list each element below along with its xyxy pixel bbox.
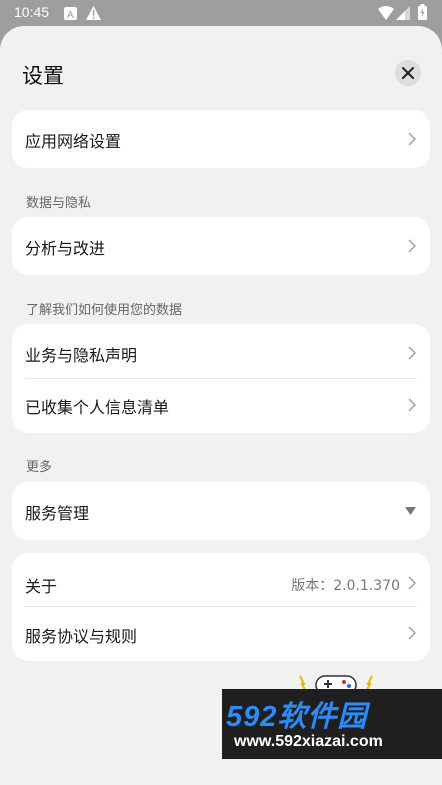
chevron-right-icon [408,239,416,253]
info-list-label: 已收集个人信息清单 [25,398,170,417]
chevron-right-icon [408,132,416,146]
service-agreement-label: 服务协议与规则 [25,627,138,646]
about-card: 关于 版本：2.0.1.370 服务协议与规则 [12,553,430,661]
analytics-row[interactable]: 分析与改进 [12,217,430,275]
section-learn-header: 了解我们如何使用您的数据 [26,303,183,318]
privacy-statement-label: 业务与隐私声明 [25,346,138,365]
chevron-right-icon [408,346,416,360]
watermark-url: www.592xiazai.com [234,733,383,750]
chevron-right-icon [408,576,416,590]
watermark-brand: 592软件园 [226,701,368,733]
service-agreement-row[interactable]: 服务协议与规则 [12,607,430,661]
caret-down-icon [405,507,416,515]
status-time: 10:45 [14,4,50,20]
network-settings-label: 应用网络设置 [25,132,122,151]
watermark-banner: 592软件园 www.592xiazai.com [222,689,442,759]
section-privacy-header: 数据与隐私 [26,196,92,211]
learn-card: 业务与隐私声明 已收集个人信息清单 [12,324,430,433]
battery-icon [418,4,427,24]
page-title: 设置 [22,64,64,88]
warning-icon [86,5,101,24]
about-row[interactable]: 关于 版本：2.0.1.370 [12,553,430,606]
privacy-statement-row[interactable]: 业务与隐私声明 [12,324,430,378]
service-management-label: 服务管理 [25,504,90,523]
network-settings-row[interactable]: 应用网络设置 [12,110,430,168]
service-management-row[interactable]: 服务管理 [12,482,430,540]
svg-text:A: A [67,10,74,20]
version-value: 版本：2.0.1.370 [291,578,400,594]
app-notification-icon: A [64,5,77,24]
wifi-icon [378,5,394,24]
status-bar: 10:45 A [0,0,442,26]
section-more-header: 更多 [26,460,53,475]
more-card: 服务管理 [12,482,430,540]
chevron-right-icon [408,398,416,412]
signal-icon [396,5,410,24]
privacy-card: 分析与改进 [12,217,430,275]
about-label: 关于 [25,577,58,596]
close-button[interactable] [395,60,421,86]
chevron-right-icon [408,626,416,640]
info-list-row[interactable]: 已收集个人信息清单 [12,379,430,433]
close-icon [402,67,414,79]
analytics-label: 分析与改进 [25,239,106,258]
network-settings-card: 应用网络设置 [12,110,430,168]
